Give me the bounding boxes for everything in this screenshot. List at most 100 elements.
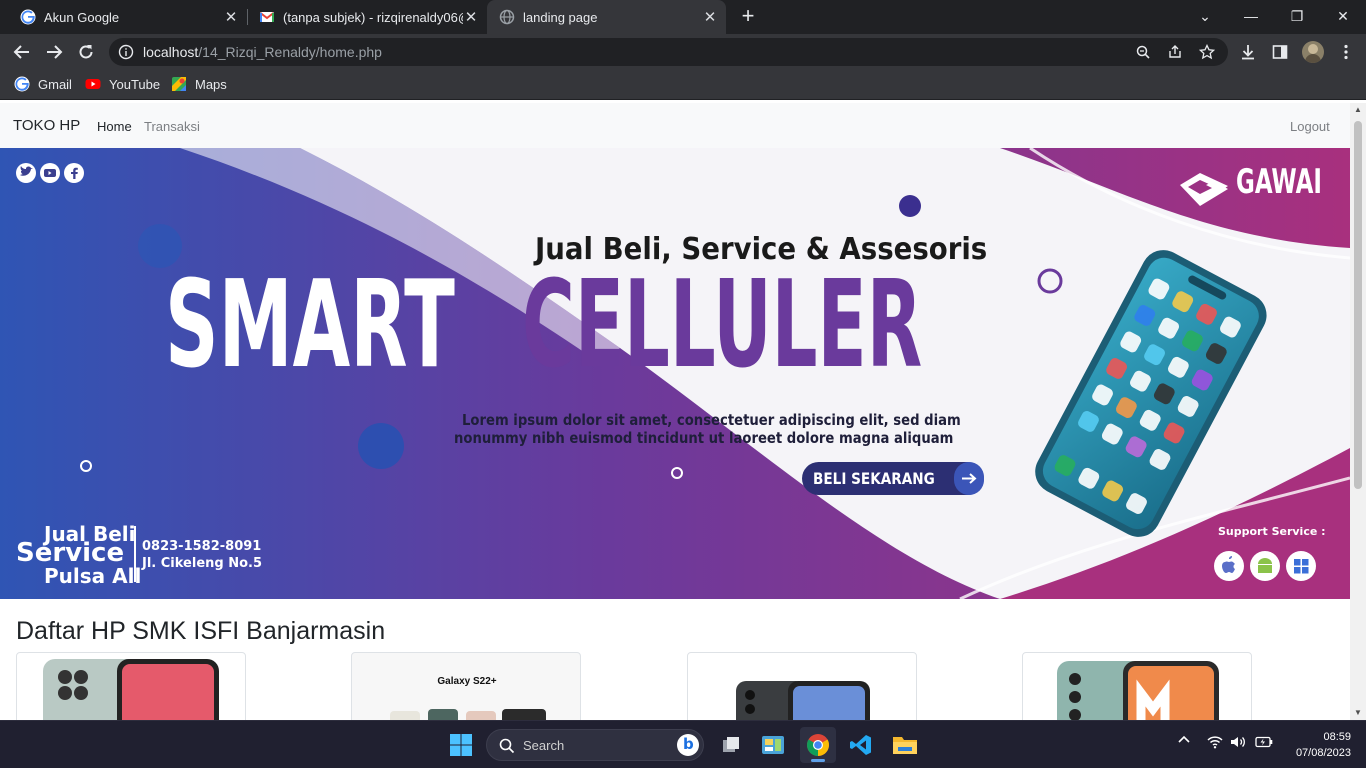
info-icon[interactable]: [118, 44, 134, 60]
close-tab-icon[interactable]: ✕: [702, 8, 718, 26]
wifi-status[interactable]: [1207, 735, 1223, 752]
banner-support-label: Support Service :: [1218, 525, 1326, 538]
google-icon: [20, 9, 36, 25]
bookmark-label: Maps: [195, 76, 227, 92]
site-navbar: TOKO HP Home Transaksi Logout: [0, 103, 1350, 148]
banner-lorem-line-1: Lorem ipsum dolor sit amet, consectetuer…: [462, 411, 961, 429]
banner-logo-text: GAWAI: [1236, 162, 1322, 202]
product-card[interactable]: Galaxy S22+: [351, 652, 581, 720]
product-card[interactable]: [16, 652, 246, 720]
product-image: [1057, 661, 1219, 720]
product-image: [390, 709, 546, 720]
deco-circle: [358, 423, 404, 469]
maps-icon: [172, 77, 186, 91]
banner-address: Jl. Cikeleng No.5: [142, 556, 263, 571]
widgets-icon: [762, 736, 784, 754]
close-tab-icon[interactable]: ✕: [223, 8, 239, 26]
bookmark-label: YouTube: [109, 76, 161, 92]
url-path: /14_Rizqi_Renaldy/home.php: [198, 44, 382, 60]
file-explorer-taskbar-button[interactable]: [887, 727, 923, 763]
menu-button[interactable]: [1334, 40, 1358, 64]
show-hidden-icons[interactable]: [1177, 733, 1191, 750]
scroll-thumb[interactable]: [1354, 121, 1362, 489]
task-view-icon: [723, 737, 739, 752]
tab-strip: Akun Google ✕ (tanpa subjek) - rizqirena…: [0, 0, 1366, 34]
banner-divider: [134, 526, 136, 582]
bookmark-star-icon[interactable]: [1199, 44, 1215, 60]
bookmark-maps[interactable]: Maps: [171, 76, 227, 92]
scroll-down-arrow[interactable]: ▼: [1350, 706, 1366, 720]
start-button[interactable]: [443, 727, 479, 763]
share-icon[interactable]: [1167, 44, 1183, 60]
restore-button[interactable]: ❐: [1274, 0, 1320, 32]
chrome-icon: [807, 734, 829, 756]
search-label: Search: [523, 738, 565, 753]
battery-status[interactable]: [1255, 736, 1273, 751]
task-view-button[interactable]: [713, 727, 749, 763]
product-image: [736, 681, 870, 720]
battery-charging-icon: [1255, 736, 1273, 748]
back-button[interactable]: [10, 40, 34, 64]
youtube-icon: [85, 79, 101, 89]
address-bar[interactable]: localhost/14_Rizqi_Renaldy/home.php: [109, 38, 1228, 66]
deco-circle: [899, 195, 921, 217]
page-scrollbar[interactable]: ▲ ▼: [1350, 103, 1366, 720]
tab-search-icon[interactable]: ⌄: [1182, 0, 1228, 32]
windows-taskbar: Search b 08:59 07/08/2023: [0, 720, 1366, 768]
search-icon: [499, 738, 515, 754]
tab-gmail[interactable]: (tanpa subjek) - rizqirenaldy06@ ✕: [239, 0, 487, 34]
new-tab-button[interactable]: +: [737, 5, 759, 27]
browser-toolbar: localhost/14_Rizqi_Renaldy/home.php: [0, 34, 1366, 70]
nav-logout-link[interactable]: Logout: [1290, 119, 1330, 134]
folder-icon: [893, 737, 917, 754]
speaker-icon: [1231, 737, 1245, 747]
tab-akun-google[interactable]: Akun Google ✕: [0, 0, 247, 34]
minimize-button[interactable]: —: [1228, 0, 1274, 32]
nav-home-link[interactable]: Home: [97, 119, 132, 134]
download-icon[interactable]: [1239, 43, 1257, 61]
site-brand[interactable]: TOKO HP: [13, 117, 80, 134]
banner-lorem-line-2: nonummy nibh euismod tincidunt ut laoree…: [454, 429, 954, 447]
wifi-icon: [1207, 736, 1223, 749]
url-host: localhost: [143, 44, 199, 60]
vscode-taskbar-button[interactable]: [843, 727, 879, 763]
google-icon: [14, 76, 30, 92]
windows-support-icon: [1286, 551, 1316, 581]
vscode-icon: [850, 735, 871, 755]
banner-cta-label[interactable]: BELI SEKARANG: [813, 469, 935, 488]
bing-icon[interactable]: b: [677, 734, 699, 756]
clock-time: 08:59: [1323, 731, 1351, 743]
zoom-icon[interactable]: [1135, 44, 1151, 60]
tab-title: (tanpa subjek) - rizqirenaldy06@: [283, 9, 463, 25]
globe-icon: [499, 9, 515, 25]
tab-title: Akun Google: [44, 9, 120, 25]
close-tab-icon[interactable]: ✕: [463, 8, 479, 26]
chevron-up-icon: [1178, 735, 1190, 743]
product-card[interactable]: [1022, 652, 1252, 720]
reload-icon: [79, 45, 93, 59]
url-text[interactable]: localhost/14_Rizqi_Renaldy/home.php: [143, 44, 382, 60]
forward-button[interactable]: [42, 40, 66, 64]
reload-button[interactable]: [74, 40, 98, 64]
close-window-button[interactable]: ✕: [1320, 0, 1366, 32]
widgets-button[interactable]: [755, 727, 791, 763]
profile-avatar[interactable]: [1302, 41, 1324, 63]
banner-headline-celluler: CELLULER: [522, 256, 923, 395]
system-clock[interactable]: 08:59 07/08/2023: [1296, 729, 1351, 761]
product-card[interactable]: [687, 652, 917, 720]
banner-phone-number: 0823-1582-8091: [142, 539, 262, 554]
gmail-icon: [259, 12, 275, 22]
arrow-left-icon: [13, 45, 29, 59]
bookmarks-bar: Gmail YouTube Maps: [0, 70, 1366, 100]
bookmark-gmail[interactable]: Gmail: [14, 76, 72, 92]
scroll-up-arrow[interactable]: ▲: [1350, 103, 1366, 117]
tab-landing-page[interactable]: landing page ✕: [487, 0, 726, 34]
chrome-taskbar-button[interactable]: [800, 727, 836, 763]
banner-left-pulsa: Pulsa All: [44, 564, 142, 588]
windows-logo-icon: [450, 734, 472, 756]
nav-transaksi-link[interactable]: Transaksi: [144, 119, 200, 134]
side-panel-icon[interactable]: [1271, 43, 1289, 61]
taskbar-search[interactable]: Search b: [486, 729, 704, 761]
bookmark-youtube[interactable]: YouTube: [85, 76, 160, 92]
volume-status[interactable]: [1230, 735, 1246, 752]
